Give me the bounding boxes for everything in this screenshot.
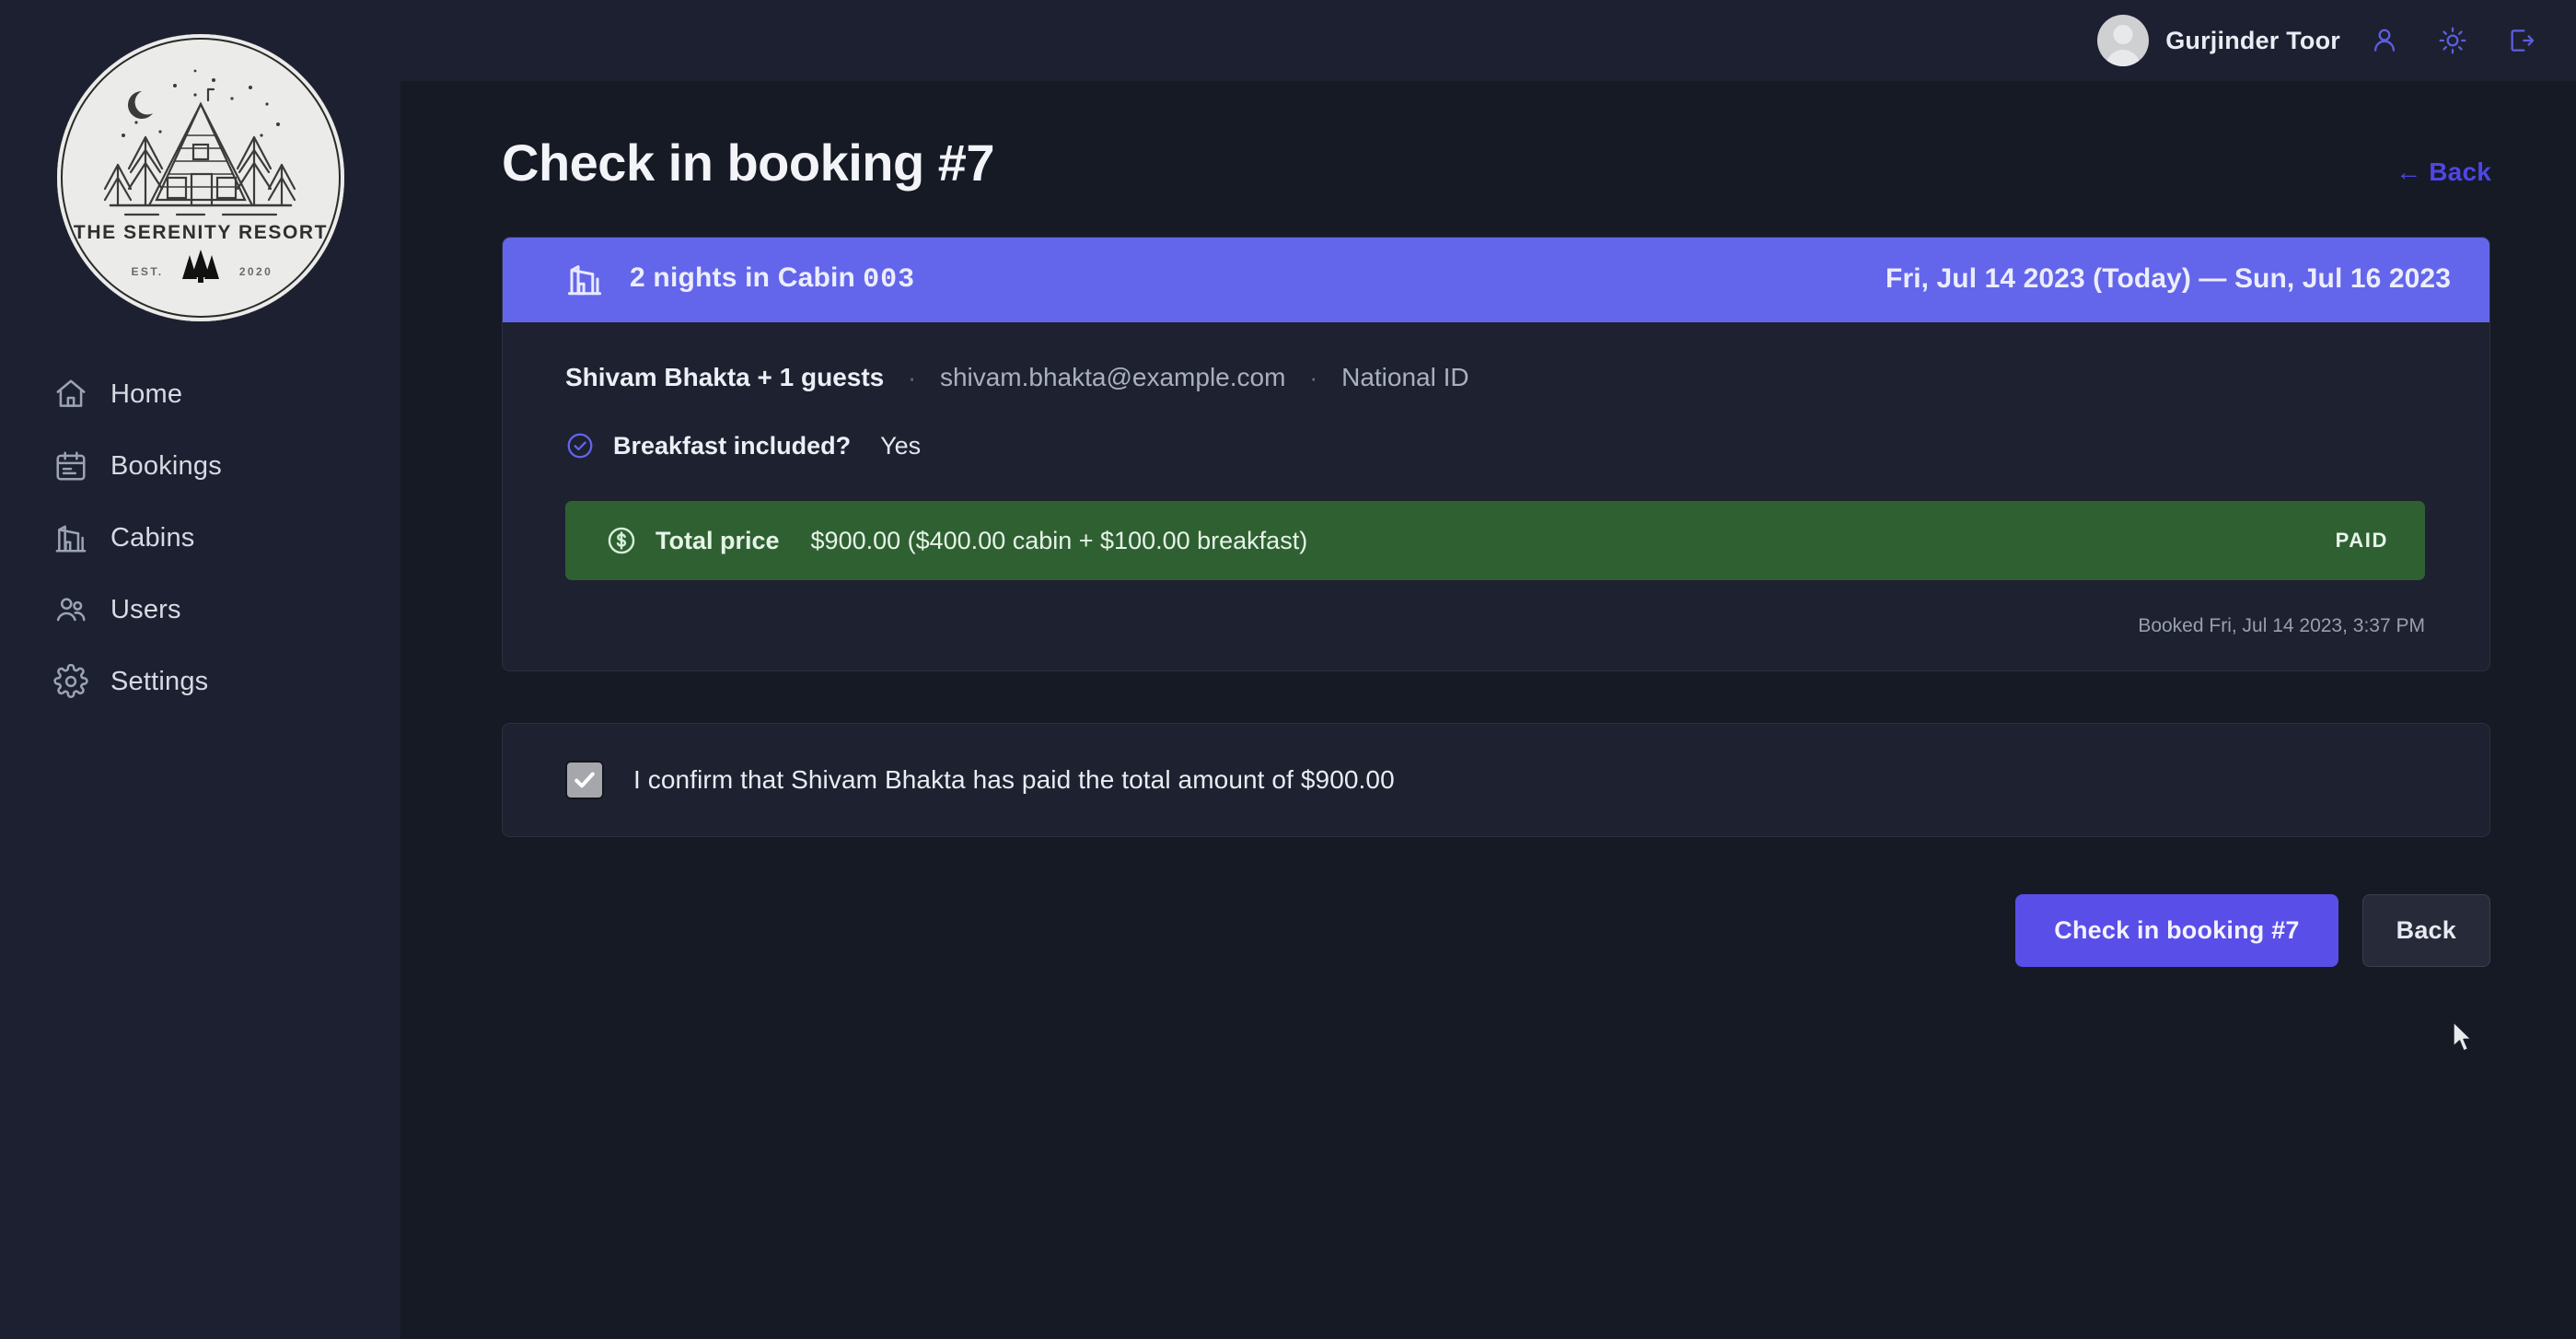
form-actions: Check in booking #7 Back <box>502 894 2490 967</box>
topbar: Gurjinder Toor <box>400 0 2576 81</box>
user-icon <box>2370 26 2399 55</box>
check-in-button[interactable]: Check in booking #7 <box>2015 894 2338 967</box>
price-left: Total price $900.00 ($400.00 cabin + $10… <box>606 525 1307 556</box>
logo-title: THE SERENITY RESORT <box>73 222 327 243</box>
sidebar-item-users[interactable]: Users <box>53 584 400 635</box>
main-area: Gurjinder Toor Check in booking #7 ← Bac… <box>400 0 2576 1339</box>
booking-banner: 2 nights in Cabin 003 Fri, Jul 14 2023 (T… <box>503 238 2489 322</box>
dollar-circle-icon <box>606 525 637 556</box>
home-icon <box>53 377 88 412</box>
banner-nights-text: 2 nights in Cabin 003 <box>630 262 915 296</box>
booking-detail-card: 2 nights in Cabin 003 Fri, Jul 14 2023 (T… <box>502 237 2490 671</box>
price-value: $900.00 ($400.00 cabin + $100.00 breakfa… <box>810 526 1308 554</box>
nights-label: 2 nights in Cabin <box>630 262 856 293</box>
logo-badge: THE SERENITY RESORT EST. 2020 <box>56 34 344 321</box>
guest-name: Shivam Bhakta + 1 guests <box>565 363 885 391</box>
sidebar-item-settings[interactable]: Settings <box>53 656 400 707</box>
breakfast-label: Breakfast included? <box>613 431 852 460</box>
banner-left: 2 nights in Cabin 003 <box>565 260 915 298</box>
page-content: Check in booking #7 ← Back 2 nights in C… <box>400 81 2576 1339</box>
calendar-icon <box>53 448 88 483</box>
check-circle-icon <box>565 431 595 460</box>
sidebar-nav: Home Bookings Cabins Users Settings <box>0 368 400 707</box>
sidebar-item-label: Users <box>110 594 181 624</box>
back-link[interactable]: ← Back <box>2396 157 2491 187</box>
sidebar-item-label: Cabins <box>110 522 195 553</box>
sidebar: THE SERENITY RESORT EST. 2020 Home Booki… <box>0 0 400 1339</box>
sun-icon <box>2438 26 2467 55</box>
breakfast-row: Breakfast included? Yes <box>565 431 2427 460</box>
breakfast-value: Yes <box>880 431 922 460</box>
sidebar-item-home[interactable]: Home <box>53 368 400 420</box>
gear-icon <box>53 664 88 699</box>
booked-at-timestamp: Booked Fri, Jul 14 2023, 3:37 PM <box>2138 615 2425 636</box>
sidebar-item-bookings[interactable]: Bookings <box>53 440 400 492</box>
guest-id-type: National ID <box>1341 363 1469 391</box>
confirm-checkbox[interactable] <box>565 761 604 799</box>
logo-trees-mark <box>181 250 219 283</box>
page-title: Check in booking #7 <box>502 134 995 192</box>
check-icon <box>574 772 595 788</box>
page-header: Check in booking #7 ← Back <box>502 133 2491 192</box>
user-chip[interactable]: Gurjinder Toor <box>2097 15 2340 66</box>
sidebar-item-label: Settings <box>110 666 209 696</box>
users-icon <box>53 592 88 627</box>
sidebar-item-label: Bookings <box>110 450 222 481</box>
guest-summary: Shivam Bhakta + 1 guests · shivam.bhakta… <box>565 363 2427 392</box>
avatar <box>2097 15 2150 66</box>
theme-toggle-button[interactable] <box>2429 17 2477 64</box>
status-badge: PAID <box>2335 529 2388 552</box>
confirm-payment-card: I confirm that Shivam Bhakta has paid th… <box>502 723 2490 837</box>
back-button[interactable]: Back <box>2361 894 2490 967</box>
banner-date-range: Fri, Jul 14 2023 (Today) — Sun, Jul 16 2… <box>1886 263 2451 294</box>
sidebar-item-label: Home <box>110 378 183 409</box>
user-name: Gurjinder Toor <box>2165 26 2340 54</box>
separator-dot: · <box>908 363 916 391</box>
sidebar-item-cabins[interactable]: Cabins <box>53 512 400 564</box>
guest-email: shivam.bhakta@example.com <box>939 363 1286 391</box>
separator-dot: · <box>1309 363 1318 391</box>
cabin-icon <box>53 520 88 555</box>
logo-year: 2020 <box>238 265 272 278</box>
brand-logo[interactable]: THE SERENITY RESORT EST. 2020 <box>49 26 353 330</box>
account-button[interactable] <box>2361 17 2408 64</box>
confirm-checkbox-label[interactable]: I confirm that Shivam Bhakta has paid th… <box>633 765 1395 795</box>
booking-body: Shivam Bhakta + 1 guests · shivam.bhakta… <box>503 322 2489 670</box>
cabin-icon <box>565 260 604 298</box>
app-root: THE SERENITY RESORT EST. 2020 Home Booki… <box>0 0 2576 1339</box>
price-label: Total price <box>656 526 780 554</box>
total-price-banner: Total price $900.00 ($400.00 cabin + $10… <box>565 501 2425 580</box>
cabin-number: 003 <box>863 264 916 296</box>
mouse-cursor <box>2453 1021 2472 1052</box>
logout-button[interactable] <box>2497 17 2545 64</box>
logo-artwork: THE SERENITY RESORT EST. 2020 <box>73 69 327 283</box>
logout-icon <box>2506 26 2535 55</box>
logo-est: EST. <box>131 265 163 278</box>
